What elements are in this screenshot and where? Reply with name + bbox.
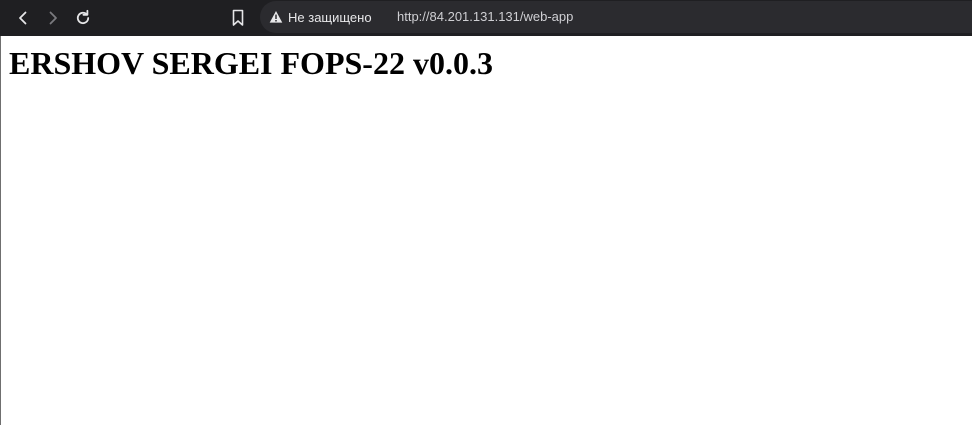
chevron-right-icon bbox=[49, 11, 57, 25]
reload-icon bbox=[76, 9, 90, 25]
browser-window: Не защищено http://84.201.131.131/web-ap… bbox=[0, 0, 972, 425]
bookmark-icon bbox=[232, 9, 244, 26]
chevron-left-icon bbox=[19, 11, 27, 25]
url-text[interactable]: http://84.201.131.131/web-app bbox=[397, 9, 573, 24]
browser-toolbar: Не защищено http://84.201.131.131/web-ap… bbox=[0, 0, 972, 36]
page-viewport: ERSHOV SERGEI FOPS-22 v0.0.3 bbox=[0, 36, 972, 425]
security-label: Не защищено bbox=[288, 9, 372, 25]
page-heading: ERSHOV SERGEI FOPS-22 v0.0.3 bbox=[9, 45, 493, 81]
address-bar[interactable]: Не защищено http://84.201.131.131/web-ap… bbox=[260, 1, 972, 33]
security-indicator[interactable]: Не защищено bbox=[269, 7, 372, 27]
bookmark-button[interactable] bbox=[224, 4, 252, 32]
forward-button[interactable] bbox=[39, 4, 67, 32]
back-button[interactable] bbox=[9, 4, 37, 32]
reload-button[interactable] bbox=[69, 4, 97, 32]
warning-triangle-icon bbox=[269, 11, 283, 23]
